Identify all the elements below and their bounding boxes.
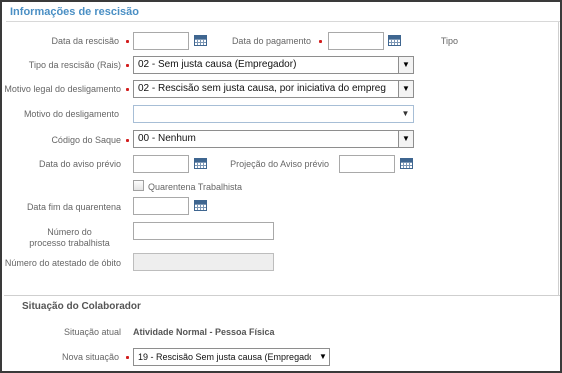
- motivo-desligamento-label: Motivo do desligamento: [23, 109, 119, 119]
- situacao-title: Situação do Colaborador: [22, 301, 141, 312]
- quarentena-label: Quarentena Trabalhista: [148, 182, 243, 192]
- nova-situacao-label: Nova situação: [61, 352, 119, 362]
- required-marker: [126, 88, 129, 91]
- situacao-atual-value: Atividade Normal - Pessoa Física: [133, 327, 275, 337]
- numero-atestado-input: [133, 253, 274, 271]
- data-fim-quarentena-input[interactable]: [133, 197, 189, 215]
- calendar-icon[interactable]: [194, 158, 207, 169]
- subsection-divider: [4, 295, 560, 296]
- tipo-rescisao-value: 02 - Sem justa causa (Empregador): [138, 59, 297, 70]
- quarentena-checkbox[interactable]: [133, 180, 144, 191]
- termination-form: Informações de rescisão Data da rescisão…: [0, 0, 562, 373]
- data-fim-quarentena-label: Data fim da quarentena: [26, 202, 121, 212]
- situacao-atual-label: Situação atual: [63, 327, 121, 337]
- required-marker: [319, 40, 322, 43]
- tipo-rescisao-label: Tipo da rescisão (Rais): [28, 60, 121, 70]
- motivo-desligamento-select[interactable]: ▼: [133, 105, 414, 123]
- codigo-saque-value: 00 - Nenhum: [138, 133, 196, 144]
- section-title: Informações de rescisão: [10, 6, 140, 18]
- required-marker: [126, 64, 129, 67]
- tipo-rescisao-select[interactable]: 02 - Sem justa causa (Empregador) ▼: [133, 56, 414, 74]
- data-pagamento-label: Data do pagamento: [231, 36, 311, 46]
- data-rescisao-label: Data da rescisão: [51, 36, 119, 46]
- nova-situacao-value: 19 - Rescisão Sem justa causa (Empregado…: [138, 352, 311, 362]
- calendar-icon[interactable]: [194, 200, 207, 211]
- data-pagamento-input[interactable]: [328, 32, 384, 50]
- motivo-legal-select[interactable]: 02 - Rescisão sem justa causa, por inici…: [133, 80, 414, 98]
- calendar-icon[interactable]: [388, 35, 401, 46]
- motivo-legal-label: Motivo legal do desligamento: [4, 84, 121, 94]
- numero-processo-input[interactable]: [133, 222, 274, 240]
- projecao-aviso-input[interactable]: [339, 155, 395, 173]
- codigo-saque-label: Código do Saque: [51, 135, 121, 145]
- numero-atestado-label: Número do atestado de óbito: [4, 258, 121, 268]
- calendar-icon[interactable]: [400, 158, 413, 169]
- chevron-down-icon[interactable]: ▼: [398, 106, 413, 122]
- required-marker: [126, 139, 129, 142]
- projecao-aviso-label: Projeção do Aviso prévio: [230, 159, 329, 169]
- chevron-down-icon[interactable]: ▼: [398, 81, 413, 97]
- chevron-down-icon[interactable]: ▼: [398, 57, 413, 73]
- numero-processo-label: Número do processo trabalhista: [29, 227, 110, 248]
- data-aviso-label: Data do aviso prévio: [38, 159, 121, 169]
- chevron-down-icon[interactable]: ▼: [398, 131, 413, 147]
- motivo-legal-value: 02 - Rescisão sem justa causa, por inici…: [138, 83, 386, 94]
- codigo-saque-select[interactable]: 00 - Nenhum ▼: [133, 130, 414, 148]
- title-divider: [6, 21, 560, 22]
- required-marker: [126, 40, 129, 43]
- data-rescisao-input[interactable]: [133, 32, 189, 50]
- chevron-down-icon[interactable]: ▼: [317, 349, 329, 365]
- tipo-label: Tipo: [440, 36, 458, 46]
- nova-situacao-select[interactable]: 19 - Rescisão Sem justa causa (Empregado…: [133, 348, 330, 366]
- calendar-icon[interactable]: [194, 35, 207, 46]
- data-aviso-input[interactable]: [133, 155, 189, 173]
- required-marker: [126, 356, 129, 359]
- panel-border: [558, 22, 559, 295]
